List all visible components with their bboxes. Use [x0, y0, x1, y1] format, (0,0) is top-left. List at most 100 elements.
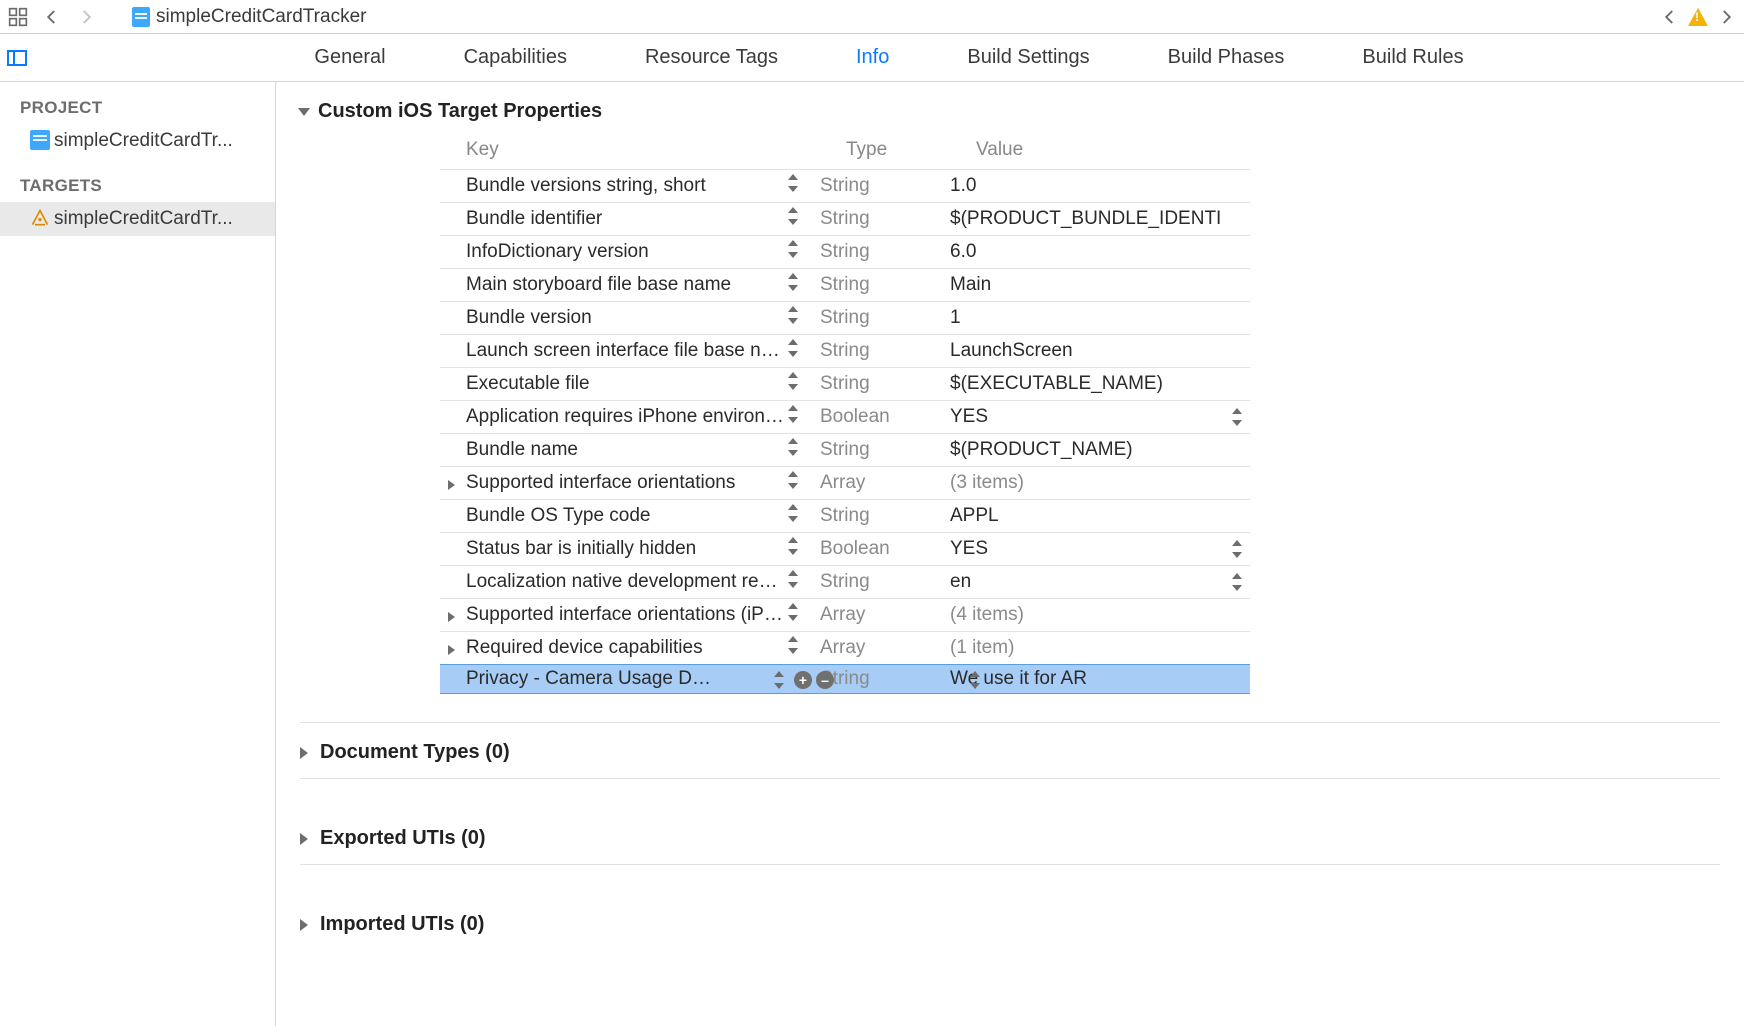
- plist-type[interactable]: String: [820, 668, 950, 690]
- plist-type[interactable]: String: [820, 208, 950, 230]
- plist-key[interactable]: Bundle versions string, short: [440, 175, 786, 197]
- plist-value[interactable]: (4 items): [950, 604, 1250, 626]
- tab-general[interactable]: General: [314, 46, 385, 69]
- plist-value[interactable]: (1 item): [950, 637, 1250, 659]
- key-stepper[interactable]: [786, 602, 820, 628]
- plist-row[interactable]: Executable file String$(EXECUTABLE_NAME): [440, 367, 1250, 400]
- plist-value[interactable]: (3 items): [950, 472, 1250, 494]
- tab-capabilities[interactable]: Capabilities: [464, 46, 567, 69]
- plist-value[interactable]: YES: [950, 406, 1250, 428]
- plist-row[interactable]: Bundle OS Type codeStringAPPL: [440, 499, 1250, 532]
- plist-key[interactable]: Launch screen interface file base name: [440, 340, 786, 362]
- key-stepper[interactable]: [786, 371, 820, 397]
- plist-key[interactable]: Bundle version: [440, 307, 786, 329]
- plist-key[interactable]: Bundle identifier: [440, 208, 786, 230]
- plist-type[interactable]: Boolean: [820, 406, 950, 428]
- sidebar-target-item[interactable]: simpleCreditCardTr...: [0, 202, 275, 236]
- plist-value[interactable]: $(EXECUTABLE_NAME): [950, 373, 1250, 395]
- key-stepper[interactable]: [786, 404, 820, 430]
- related-items-icon[interactable]: [6, 6, 30, 28]
- plist-value[interactable]: We use it for AR: [950, 668, 1250, 690]
- plist-key[interactable]: Main storyboard file base name: [440, 274, 786, 296]
- plist-value[interactable]: en: [950, 571, 1250, 593]
- key-stepper[interactable]: [786, 239, 820, 265]
- section-imported-utis[interactable]: Imported UTIs (0): [300, 893, 1720, 936]
- plist-type[interactable]: Array: [820, 637, 950, 659]
- key-stepper[interactable]: [786, 503, 820, 529]
- plist-value[interactable]: 1.0: [950, 175, 1250, 197]
- plist-row[interactable]: Required device capabilities Array(1 item…: [440, 631, 1250, 664]
- value-stepper-icon[interactable]: [1230, 407, 1244, 427]
- plist-type[interactable]: String: [820, 175, 950, 197]
- plist-row[interactable]: Bundle name String$(PRODUCT_NAME): [440, 433, 1250, 466]
- plist-key[interactable]: Application requires iPhone environm…: [440, 406, 786, 428]
- plist-value[interactable]: LaunchScreen: [950, 340, 1250, 362]
- breadcrumb[interactable]: simpleCreditCardTracker: [132, 6, 366, 28]
- key-stepper[interactable]: [786, 437, 820, 463]
- plist-value[interactable]: 1: [950, 307, 1250, 329]
- disclosure-triangle-icon[interactable]: [448, 612, 455, 622]
- key-stepper[interactable]: [786, 173, 820, 199]
- plist-row[interactable]: Bundle version String1: [440, 301, 1250, 334]
- plist-row[interactable]: Supported interface orientations (iPad) A…: [440, 598, 1250, 631]
- plist-row[interactable]: InfoDictionary versionString6.0: [440, 235, 1250, 268]
- plist-type[interactable]: String: [820, 340, 950, 362]
- key-stepper[interactable]: [786, 338, 820, 364]
- plist-key[interactable]: Bundle name: [440, 439, 786, 461]
- plist-value[interactable]: 6.0: [950, 241, 1250, 263]
- plist-type[interactable]: String: [820, 373, 950, 395]
- stepper-icon[interactable]: [968, 670, 982, 690]
- plist-row[interactable]: Bundle versions string, short String1.0: [440, 169, 1250, 202]
- plist-value[interactable]: $(PRODUCT_NAME): [950, 439, 1250, 461]
- plist-value[interactable]: YES: [950, 538, 1250, 560]
- plist-key[interactable]: Supported interface orientations (iPad): [440, 604, 786, 626]
- plist-row[interactable]: Supported interface orientations Array(3 …: [440, 466, 1250, 499]
- sidebar-project-item[interactable]: simpleCreditCardTr...: [0, 124, 275, 158]
- plist-row[interactable]: Privacy - Camera Usage Descrip… StringWe …: [440, 664, 1250, 694]
- key-stepper[interactable]: [786, 635, 820, 661]
- key-stepper[interactable]: [786, 569, 820, 595]
- key-stepper[interactable]: [786, 470, 820, 496]
- plist-row[interactable]: Main storyboard file base name StringMain: [440, 268, 1250, 301]
- tab-build-settings[interactable]: Build Settings: [967, 46, 1089, 69]
- plist-key[interactable]: Required device capabilities: [440, 637, 786, 659]
- nav-back-icon[interactable]: [40, 5, 64, 29]
- key-stepper[interactable]: [786, 272, 820, 298]
- plist-key[interactable]: Status bar is initially hidden: [440, 538, 786, 560]
- tab-build-rules[interactable]: Build Rules: [1362, 46, 1463, 69]
- plist-key[interactable]: Supported interface orientations: [440, 472, 786, 494]
- plist-row[interactable]: Application requires iPhone environm… Boo…: [440, 400, 1250, 433]
- plist-key[interactable]: Localization native development region: [440, 571, 786, 593]
- plist-key[interactable]: Executable file: [440, 373, 786, 395]
- tab-info[interactable]: Info: [856, 46, 889, 69]
- plist-row[interactable]: Localization native development region St…: [440, 565, 1250, 598]
- value-stepper-icon[interactable]: [1230, 572, 1244, 592]
- nav-forward-icon[interactable]: [74, 5, 98, 29]
- disclosure-triangle-icon[interactable]: [448, 480, 455, 490]
- plist-key[interactable]: Bundle OS Type code: [440, 505, 786, 527]
- plist-type[interactable]: String: [820, 307, 950, 329]
- section-custom-ios-props[interactable]: Custom iOS Target Properties: [300, 96, 1720, 133]
- nav-next-icon[interactable]: [1714, 5, 1738, 29]
- plist-row[interactable]: Bundle identifier String$(PRODUCT_BUNDLE_…: [440, 202, 1250, 235]
- stepper-icon[interactable]: [772, 670, 786, 690]
- plist-type[interactable]: Array: [820, 604, 950, 626]
- plist-type[interactable]: String: [820, 571, 950, 593]
- plist-value[interactable]: $(PRODUCT_BUNDLE_IDENTI: [950, 208, 1250, 230]
- plist-type[interactable]: String: [820, 274, 950, 296]
- value-stepper-icon[interactable]: [1230, 539, 1244, 559]
- toggle-panel-button[interactable]: [0, 34, 34, 81]
- plist-row[interactable]: Launch screen interface file base name St…: [440, 334, 1250, 367]
- section-document-types[interactable]: Document Types (0): [300, 722, 1720, 764]
- nav-prev-icon[interactable]: [1658, 5, 1682, 29]
- plist-value[interactable]: Main: [950, 274, 1250, 296]
- key-stepper[interactable]: [786, 536, 820, 562]
- add-row-button[interactable]: +: [794, 671, 812, 689]
- plist-type[interactable]: Array: [820, 472, 950, 494]
- plist-type[interactable]: String: [820, 241, 950, 263]
- disclosure-triangle-icon[interactable]: [448, 645, 455, 655]
- plist-type[interactable]: String: [820, 439, 950, 461]
- plist-key[interactable]: Privacy - Camera Usage Descrip…: [440, 668, 786, 690]
- key-stepper[interactable]: [786, 206, 820, 232]
- tab-build-phases[interactable]: Build Phases: [1168, 46, 1285, 69]
